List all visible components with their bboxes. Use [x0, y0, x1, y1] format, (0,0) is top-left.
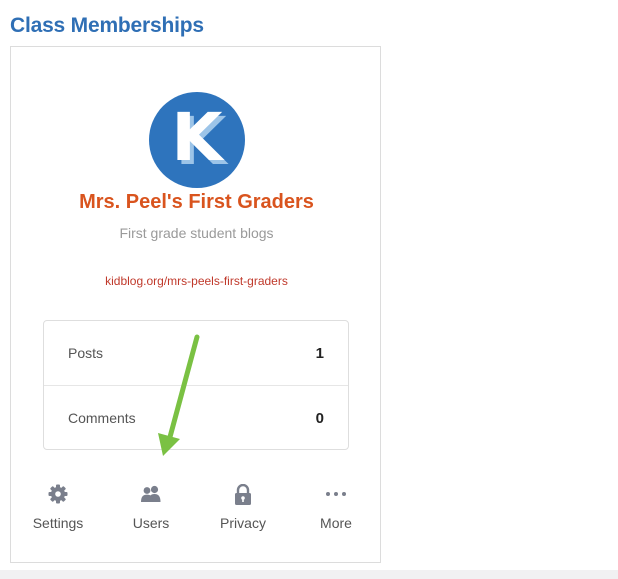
footer-band: [0, 570, 618, 579]
stat-value-comments: 0: [315, 410, 324, 427]
svg-text:K: K: [171, 99, 225, 176]
settings-button[interactable]: Settings: [18, 483, 98, 531]
page-title: Class Memberships: [10, 14, 204, 37]
users-icon: [141, 485, 161, 502]
users-label: Users: [132, 515, 170, 531]
green-arrow-annotation: [158, 334, 200, 456]
settings-label: Settings: [32, 515, 84, 531]
lock-icon: [235, 483, 251, 505]
class-name: Mrs. Peel's First Graders: [79, 191, 314, 213]
stat-value-posts: 1: [315, 345, 324, 362]
class-card: K K Mrs. Peel's First Graders First grad…: [10, 46, 381, 563]
gear-icon: [48, 484, 68, 504]
class-logo-icon: K K: [149, 92, 245, 188]
stat-label-posts: Posts: [68, 345, 104, 361]
stat-label-comments: Comments: [68, 410, 136, 426]
privacy-button[interactable]: Privacy: [203, 483, 283, 531]
privacy-label: Privacy: [220, 515, 266, 531]
more-label: More: [320, 515, 352, 531]
class-url-link[interactable]: kidblog.org/mrs-peels-first-graders: [11, 274, 382, 288]
users-button[interactable]: Users: [111, 483, 191, 531]
more-button[interactable]: More: [296, 483, 376, 531]
class-description: First grade student blogs: [119, 225, 274, 241]
ellipsis-icon: [326, 492, 346, 496]
